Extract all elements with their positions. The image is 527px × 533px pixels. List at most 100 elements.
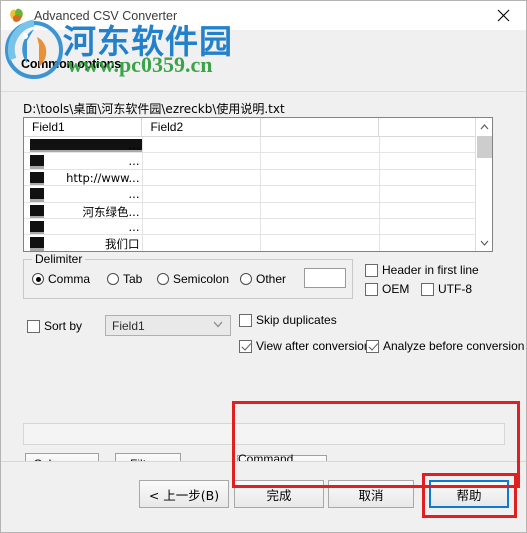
client-area: D:\tools\桌面\河东软件园\ezreckb\使用说明.txt Field… [1,93,526,532]
close-icon[interactable] [480,1,526,30]
radio-tab[interactable]: Tab [107,272,142,286]
grid-header-row: Field1 Field2 [24,118,475,137]
chevron-down-icon[interactable] [476,234,492,251]
grid-cell[interactable] [380,186,476,201]
application-window: Advanced CSV Converter Common options 河东… [0,0,527,533]
grid-cell-text: 河东绿色... [82,204,140,218]
grid-cell[interactable] [261,169,380,186]
checkbox-view-after-conversion[interactable]: View after conversion [239,339,371,353]
radio-label: Tab [123,272,143,286]
table-row[interactable]: ... [24,186,476,203]
grid-body: ...... http://www...... 河东绿色...... 我们口 [24,137,475,251]
radio-indicator [32,273,44,285]
table-row[interactable]: http://www... [24,169,476,187]
table-row[interactable]: ... [24,153,476,170]
checkbox-sort-by[interactable]: Sort by [27,319,82,333]
checkbox-skip-duplicates[interactable]: Skip duplicates [239,313,337,327]
grid-cell-text: ... [128,187,140,202]
grid-cell[interactable] [380,170,476,185]
radio-label: Semicolon [173,272,230,286]
status-bar [23,423,505,445]
grid-cell[interactable] [261,137,380,153]
grid-cell-text: ... [128,154,140,169]
table-row[interactable]: ... [24,137,476,154]
grid-cell[interactable] [261,235,380,251]
checkbox-analyze-before-conversion[interactable]: Analyze before conversion [366,339,524,353]
grid-cell[interactable]: 河东绿色... [24,202,143,218]
grid-column-header[interactable] [261,118,380,136]
grid-vertical-scrollbar[interactable] [475,118,492,251]
header-band: Common options [1,30,526,92]
csv-preview-grid[interactable]: Field1 Field2 ...... http://www...... 河东绿色… [23,117,493,252]
grid-cell[interactable] [143,202,261,218]
grid-cell[interactable] [261,218,380,235]
unrenderable-glyph [30,204,44,218]
checkbox-indicator [239,313,252,327]
grid-cell[interactable] [143,137,261,153]
title-bar: Advanced CSV Converter [1,1,526,30]
grid-cell[interactable] [380,235,476,250]
grid-cell[interactable] [261,186,380,202]
chevron-up-icon[interactable] [476,118,492,135]
delimiter-groupbox: Delimiter Comma Tab Semicolon Other [23,252,353,299]
grid-cell[interactable] [261,153,380,169]
checkbox-indicator [421,282,434,296]
help-button[interactable]: 帮助 [429,480,509,508]
checkbox-indicator [365,282,378,296]
sort-field-select[interactable]: Field1 [105,315,231,336]
grid-cell[interactable]: 我们口 [24,235,143,251]
grid-cell[interactable] [143,186,261,202]
grid-column-header[interactable]: Field1 [24,118,143,136]
other-delimiter-input[interactable] [304,268,346,288]
back-button[interactable]: < 上一步(B) [139,480,229,508]
cancel-button[interactable]: 取消 [328,480,414,508]
grid-column-header[interactable] [379,118,475,136]
unrenderable-glyph [30,155,44,169]
checkbox-indicator [27,319,40,333]
grid-cell[interactable] [380,137,476,152]
checkbox-label: View after conversion [256,339,371,353]
grid-cell[interactable] [143,153,261,169]
grid-cell[interactable]: http://www... [24,169,143,186]
grid-main: Field1 Field2 ...... http://www...... 河东绿色… [24,118,475,251]
grid-cell[interactable]: ... [24,153,143,169]
leaf-app-icon [8,7,25,24]
checkbox-header-in-first-line[interactable]: Header in first line [365,263,479,277]
checkbox-oem[interactable]: OEM [365,282,409,296]
checkbox-indicator [365,263,378,277]
radio-comma[interactable]: Comma [32,272,90,286]
table-row[interactable]: ... [24,218,476,236]
table-row[interactable]: 河东绿色... [24,202,476,219]
checkbox-utf8[interactable]: UTF-8 [421,282,472,296]
sort-field-value: Field1 [112,319,145,333]
grid-cell[interactable] [380,203,476,218]
checkbox-label: OEM [382,282,410,296]
grid-cell[interactable]: ... [24,137,143,153]
grid-cell[interactable] [380,219,476,234]
scrollbar-thumb[interactable] [477,136,492,158]
checkbox-label: Header in first line [382,263,479,277]
grid-cell[interactable] [380,153,476,168]
checkbox-label: Analyze before conversion [383,339,525,353]
grid-cell[interactable]: ... [24,218,143,235]
table-row[interactable]: 我们口 [24,235,475,251]
radio-other[interactable]: Other [240,272,286,286]
radio-indicator [107,273,119,285]
grid-column-header[interactable]: Field2 [142,118,261,136]
unrenderable-glyph [30,220,44,235]
checkbox-label: Sort by [44,319,83,333]
unrenderable-glyph [30,237,44,251]
unrenderable-glyph [30,171,44,186]
grid-cell-text: http://www... [66,170,140,185]
grid-cell[interactable] [143,169,261,186]
grid-cell[interactable] [261,202,380,218]
grid-cell[interactable] [143,218,261,235]
grid-cell-text: ... [128,138,140,152]
grid-cell[interactable] [143,235,261,251]
grid-cell[interactable]: ... [24,186,143,202]
grid-cell-text: 我们口 [105,237,140,251]
file-path-label: D:\tools\桌面\河东软件园\ezreckb\使用说明.txt [23,102,285,116]
radio-semicolon[interactable]: Semicolon [157,272,229,286]
finish-button[interactable]: 完成 [234,480,324,508]
chevron-down-icon [213,320,223,331]
